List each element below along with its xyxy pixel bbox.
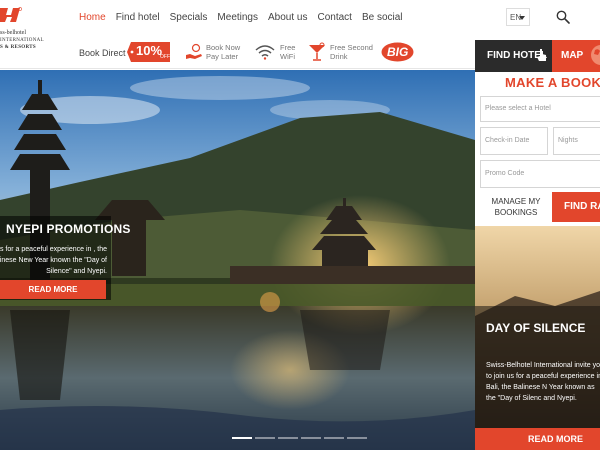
promo-code-input[interactable]: Promo Code [480,160,600,188]
tab-map-label: MAP [561,50,584,61]
wifi-benefit: Free WiFi [253,42,301,62]
tab-find-hotel[interactable]: FIND HOTEL [475,40,552,72]
main-nav: Home Find hotel Specials Meetings About … [79,12,413,26]
nav-item-specials[interactable]: Specials [170,12,208,26]
side-promo-read-more-button[interactable]: READ MORE [475,428,600,450]
free-drink-label: Free Second Drink [330,43,373,61]
pay-later-text: Book Now Pay Later [206,43,241,61]
globe-icon [591,45,600,65]
brand-logo[interactable]: ss-belhotel INTERNATIONAL S & RESORTS [0,0,44,64]
slider-pagination [232,437,367,441]
nav-item-find-hotel[interactable]: Find hotel [116,12,160,26]
hotel-select-placeholder: Please select a Hotel [485,105,551,112]
benefits-bar: Book Direct 10% OFF Book Now Pay Later F… [71,38,475,66]
checkin-date-placeholder: Check-in Date [485,137,530,144]
wifi-icon [255,45,275,60]
promo-title: NYEPI PROMOTIONS [6,222,131,236]
side-promo-background-image [475,226,600,450]
pay-later-benefit: Book Now Pay Later [183,42,247,62]
manage-bookings-button[interactable]: MANAGE MY BOOKINGS [480,192,552,222]
discount-suffix: OFF [160,54,170,60]
search-icon[interactable] [556,10,570,24]
logo-line-2: INTERNATIONAL [0,38,44,43]
big-badge-label: BIG [387,45,409,59]
nav-item-be-social[interactable]: Be social [362,12,403,26]
checkin-date-input[interactable]: Check-in Date [480,127,548,155]
slide-indicator-5[interactable] [324,437,344,439]
slide-indicator-4[interactable] [301,437,321,439]
promo-code-placeholder: Promo Code [485,170,525,177]
discount-badge: 10% OFF [127,42,171,62]
nights-input[interactable]: Nights [553,127,600,155]
slide-indicator-1[interactable] [232,437,252,439]
tab-map[interactable]: MAP [552,40,600,72]
pay-later-label: Book Now Pay Later [206,43,240,61]
side-promo: DAY OF SILENCE Swiss-Belhotel Internatio… [475,226,600,450]
language-select[interactable]: EN [506,8,530,26]
hotel-select[interactable]: Please select a Hotel [480,96,600,122]
chevron-down-icon [519,16,525,20]
make-booking-heading: MAKE A BOOKING [505,75,600,90]
side-promo-description: Swiss-Belhotel International invite you … [486,362,600,402]
nav-item-home[interactable]: Home [79,12,106,26]
logo-line-3: S & RESORTS [0,45,36,50]
logo-mark-icon [0,7,22,22]
nav-item-meetings[interactable]: Meetings [217,12,258,26]
book-direct-label: Book Direct [79,48,126,58]
cocktail-icon [309,42,325,61]
promo-read-more-button[interactable]: READ MORE [0,280,106,299]
nights-placeholder: Nights [558,137,578,144]
big-rewards-badge[interactable]: BIG [381,42,414,62]
hand-money-icon [186,43,202,59]
wifi-text: Free WiFi [280,43,296,61]
slide-indicator-6[interactable] [347,437,367,439]
slide-indicator-2[interactable] [255,437,275,439]
booking-panel: FIND HOTEL MAP MAKE A BOOKING Please sel… [475,40,600,450]
nav-item-contact[interactable]: Contact [317,12,351,26]
discount-value: 10% [136,43,163,58]
logo-line-1: ss-belhotel [0,30,26,36]
wifi-label: Free WiFi [280,43,295,61]
nav-item-about-us[interactable]: About us [268,12,307,26]
free-drink-benefit: Free Second Drink [305,42,373,62]
find-rate-button[interactable]: FIND RAT [552,192,600,222]
hero-slider: NYEPI PROMOTIONS us for a peaceful exper… [0,70,475,450]
manage-bookings-label: MANAGE MY BOOKINGS [491,197,541,217]
promo-description: us for a peaceful experience in , the Ba… [0,246,107,275]
slide-indicator-3[interactable] [278,437,298,439]
free-drink-text: Free Second Drink [330,43,373,61]
pointer-hand-icon [537,49,546,61]
side-promo-title: DAY OF SILENCE [486,321,586,335]
